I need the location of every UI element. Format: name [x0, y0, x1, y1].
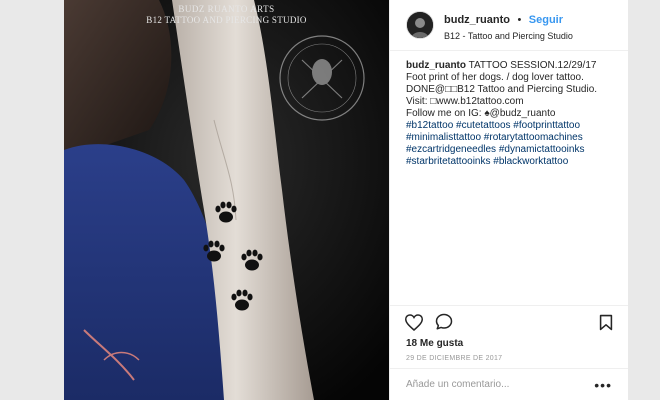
header-text: budz_ruanto • Seguir B12 - Tattoo and Pi… — [444, 10, 573, 41]
post-header: budz_ruanto • Seguir B12 - Tattoo and Pi… — [390, 0, 628, 51]
header-separator: • — [517, 13, 522, 26]
more-options-icon[interactable]: ••• — [594, 377, 612, 393]
caption-text-line: DONE@□□B12 Tattoo and Piercing Studio. — [406, 84, 598, 95]
post-date: 29 DE DICIEMBRE DE 2017 — [406, 355, 503, 362]
watermark-studio: B12 TATTOO AND PIERCING STUDIO — [146, 15, 307, 25]
bookmark-icon[interactable] — [596, 312, 616, 332]
comment-input[interactable] — [406, 379, 595, 390]
post-footer: 18 Me gusta 29 DE DICIEMBRE DE 2017 — [390, 305, 628, 362]
tattoo-photo-illustration — [64, 0, 389, 400]
heart-icon[interactable] — [404, 312, 424, 332]
caption-first-line: budz_ruanto TATTOO SESSION.12/29/17 — [406, 60, 612, 72]
caption: budz_ruanto TATTOO SESSION.12/29/17 Foot… — [390, 51, 628, 168]
caption-username[interactable]: budz_ruanto — [406, 60, 466, 71]
location-link[interactable]: B12 - Tattoo and Piercing Studio — [444, 31, 573, 41]
hashtag-line[interactable]: #ezcartridgeneedles #dynamictattooinks — [406, 144, 612, 156]
post-photo[interactable]: BUDZ RUANTO ARTS B12 TATTOO AND PIERCING… — [64, 0, 389, 400]
header-username[interactable]: budz_ruanto — [444, 14, 510, 26]
post-modal: BUDZ RUANTO ARTS B12 TATTOO AND PIERCING… — [64, 0, 628, 400]
likes-count[interactable]: 18 Me gusta — [390, 338, 628, 349]
follow-button[interactable]: Seguir — [529, 14, 563, 26]
caption-text-line: Follow me on IG: ♠@budz_ruanto — [406, 108, 556, 119]
avatar-image — [407, 12, 433, 38]
hashtag-line[interactable]: #minimalisttattoo #rotarytattoomachines — [406, 132, 612, 144]
hashtag-line[interactable]: #b12tattoo #cutetattoos #footprinttattoo — [406, 120, 612, 132]
comment-icon[interactable] — [434, 312, 454, 332]
hashtag-line[interactable]: #starbritetattooinks #blackworktattoo — [406, 156, 612, 168]
comment-box: ••• — [390, 368, 628, 400]
watermark-artist: BUDZ RUANTO ARTS — [178, 4, 275, 14]
caption-text-line: TATTOO SESSION.12/29/17 — [468, 60, 597, 71]
action-bar — [390, 306, 628, 338]
avatar[interactable] — [406, 11, 434, 39]
post-sidebar: budz_ruanto • Seguir B12 - Tattoo and Pi… — [389, 0, 628, 400]
caption-text-line: Foot print of her dogs. / dog lover tatt… — [406, 72, 584, 83]
caption-text-line: Visit: □www.b12tattoo.com — [406, 96, 524, 107]
